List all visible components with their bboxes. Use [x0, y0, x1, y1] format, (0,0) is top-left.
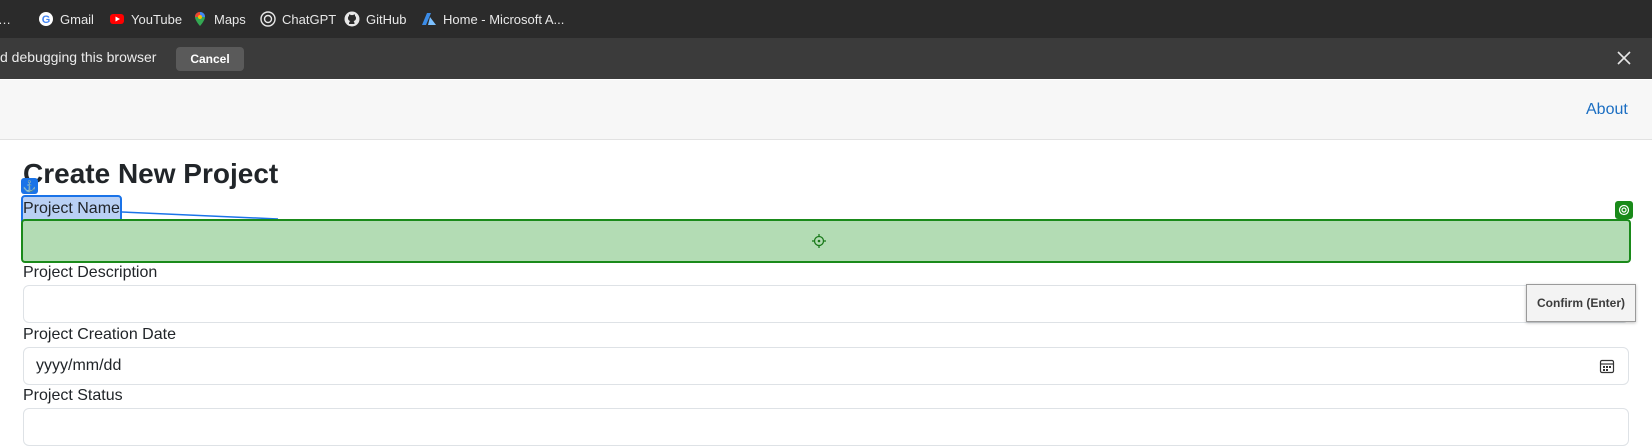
project-name-label: Project Name	[23, 200, 120, 217]
bookmark-truncated[interactable]: …	[0, 0, 11, 38]
bookmark-youtube[interactable]: YouTube	[109, 0, 182, 38]
bookmark-gmail-label: Gmail	[60, 11, 94, 27]
bookmark-maps-label: Maps	[214, 11, 246, 27]
page-title: Create New Project	[23, 158, 279, 189]
bookmark-truncated-label: …	[0, 12, 11, 27]
project-status-input[interactable]	[23, 408, 1629, 446]
github-icon	[344, 11, 360, 27]
crosshair-icon	[812, 234, 826, 248]
bookmark-chatgpt-label: ChatGPT	[282, 11, 337, 27]
project-name-input[interactable]	[21, 219, 1631, 263]
bookmarks-bar: … G Gmail YouTube Maps ChatGPT GitHub H	[0, 0, 1652, 38]
target-badge-icon	[1615, 201, 1633, 219]
svg-text:G: G	[42, 14, 51, 26]
close-icon[interactable]	[1614, 48, 1634, 68]
calendar-icon[interactable]	[1599, 358, 1615, 374]
bookmark-gmail[interactable]: G Gmail	[38, 0, 94, 38]
app-navbar: About	[0, 80, 1652, 140]
project-description-input[interactable]	[23, 285, 1629, 323]
project-creation-date-label: Project Creation Date	[23, 326, 176, 343]
anchor-icon: ⚓	[21, 178, 38, 194]
azure-icon	[421, 11, 437, 27]
bookmark-azure-label: Home - Microsoft A...	[443, 11, 565, 27]
youtube-icon	[109, 11, 125, 27]
confirm-button[interactable]: Confirm (Enter)	[1526, 284, 1636, 322]
about-link[interactable]: About	[1586, 101, 1628, 119]
bookmark-github[interactable]: GitHub	[344, 0, 406, 38]
date-placeholder: yyyy/mm/dd	[36, 357, 122, 374]
bookmark-azure[interactable]: Home - Microsoft A...	[421, 0, 564, 38]
bookmark-youtube-label: YouTube	[131, 11, 183, 27]
project-description-label: Project Description	[23, 264, 158, 281]
bookmark-chatgpt[interactable]: ChatGPT	[260, 0, 336, 38]
project-creation-date-input[interactable]: yyyy/mm/dd	[23, 347, 1629, 385]
google-icon: G	[38, 11, 54, 27]
maps-icon	[192, 11, 208, 27]
chatgpt-icon	[260, 11, 276, 27]
debug-infobar: d debugging this browser Cancel	[0, 38, 1652, 79]
bookmark-maps[interactable]: Maps	[192, 0, 246, 38]
cancel-button[interactable]: Cancel	[176, 47, 244, 71]
project-status-label: Project Status	[23, 387, 123, 404]
bookmark-github-label: GitHub	[366, 11, 407, 27]
infobar-message: d debugging this browser	[0, 49, 157, 65]
